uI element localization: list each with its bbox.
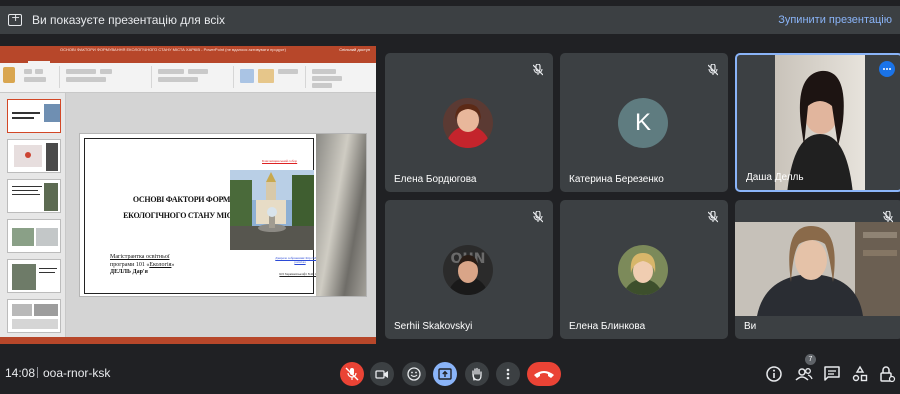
ppt-ribbon bbox=[0, 63, 376, 93]
participant-name: Катерина Березенко bbox=[569, 174, 664, 185]
raise-hand-icon bbox=[472, 367, 482, 381]
slide-thumbnail-3[interactable] bbox=[7, 179, 61, 213]
kharkiv-photo bbox=[230, 170, 314, 250]
presenting-text: Ви показуєте презентацію для всіх bbox=[32, 13, 226, 27]
participant-avatar bbox=[618, 245, 668, 295]
camera-toggle-button[interactable] bbox=[370, 362, 394, 386]
mic-toggle-button[interactable] bbox=[340, 362, 364, 386]
slide-thumbnails bbox=[0, 93, 66, 344]
present-now-button[interactable] bbox=[433, 362, 457, 386]
reactions-button[interactable] bbox=[402, 362, 426, 386]
author-line-3: ДЕЛЛЬ Дар'я bbox=[110, 269, 148, 275]
host-controls-icon bbox=[880, 366, 896, 383]
slide-thumbnail-4[interactable] bbox=[7, 219, 61, 253]
photo-caption: Благовіщенський собор bbox=[262, 159, 298, 163]
hang-up-icon bbox=[534, 371, 554, 378]
meet-window: Ви показуєте презентацію для всіх Зупини… bbox=[0, 0, 900, 394]
participant-tile-5[interactable]: Елена Блинкова bbox=[560, 200, 728, 339]
author-line-2-post: » bbox=[171, 261, 175, 268]
stop-presenting-button[interactable]: Зупинити презентацію bbox=[778, 6, 892, 34]
author-line-1: Магістрантка освітньої bbox=[110, 254, 170, 260]
ribbon-group-font bbox=[62, 66, 152, 88]
mic-off-icon bbox=[345, 367, 359, 381]
mic-off-icon bbox=[532, 63, 544, 76]
activities-icon bbox=[852, 365, 868, 382]
activities-button[interactable] bbox=[850, 364, 870, 384]
ppt-window-title: ОСНОВІ ФАКТОРИ ФОРМУВАННЯ ЕКОЛОГІЧНОГО С… bbox=[60, 47, 286, 52]
author-line-2-program: Екологія bbox=[149, 261, 172, 268]
author-line-2-pre: програми 101 « bbox=[110, 261, 150, 268]
slide-thumbnail-6[interactable] bbox=[7, 299, 61, 333]
slide-thumbnail-5[interactable] bbox=[7, 259, 61, 293]
participant-tile-2[interactable]: K Катерина Березенко bbox=[560, 53, 728, 192]
clock: 14:08 bbox=[5, 366, 36, 380]
participant-tile-self[interactable]: Ви bbox=[735, 200, 900, 339]
more-vert-icon bbox=[506, 368, 510, 380]
presenting-banner: Ви показуєте презентацію для всіх Зупини… bbox=[0, 6, 900, 34]
raise-hand-button[interactable] bbox=[465, 362, 489, 386]
info-icon bbox=[766, 366, 782, 382]
more-options-icon[interactable] bbox=[879, 61, 895, 77]
stone-texture bbox=[316, 134, 366, 296]
people-icon bbox=[795, 368, 813, 381]
divider bbox=[37, 367, 38, 378]
participant-name: Ви bbox=[744, 321, 757, 332]
ppt-title-bar: ОСНОВІ ФАКТОРИ ФОРМУВАННЯ ЕКОЛОГІЧНОГО С… bbox=[0, 46, 376, 54]
present-icon bbox=[438, 368, 452, 380]
leave-call-button[interactable] bbox=[527, 362, 561, 386]
mic-off-icon bbox=[882, 210, 894, 223]
participant-name: Даша Делль bbox=[746, 172, 804, 183]
participant-tile-3[interactable]: Даша Делль bbox=[735, 53, 900, 192]
emoji-icon bbox=[407, 367, 421, 381]
participant-initial-avatar: K bbox=[618, 98, 668, 148]
slide-thumbnail-2[interactable] bbox=[7, 139, 61, 173]
participant-name: Елена Блинкова bbox=[569, 321, 646, 332]
camera-icon bbox=[375, 370, 388, 379]
chat-button[interactable] bbox=[822, 364, 842, 384]
mic-off-icon bbox=[707, 63, 719, 76]
ppt-status-bar bbox=[0, 337, 376, 344]
chat-icon bbox=[824, 366, 840, 381]
control-bar: 14:08 ooa-rnor-ksk 7 bbox=[0, 350, 900, 394]
host-controls-button[interactable] bbox=[877, 364, 897, 384]
meeting-code: ooa-rnor-ksk bbox=[43, 366, 111, 380]
participant-avatar bbox=[443, 98, 493, 148]
current-slide[interactable]: ОСНОВІ ФАКТОРИ ФОРМУВАННЯ ЕКОЛОГІЧНОГО С… bbox=[79, 133, 367, 297]
ppt-share-button[interactable]: Спільний доступ bbox=[339, 46, 370, 54]
ribbon-group-slides bbox=[20, 66, 60, 88]
ppt-ribbon-tabs: Файл Основне Вставлення Конструктор Пере… bbox=[0, 54, 376, 70]
ribbon-group-paragraph bbox=[154, 66, 234, 88]
slide-author: Магістрантка освітньої програми 101 «Еко… bbox=[110, 254, 174, 277]
participant-tile-4[interactable]: OUN Serhii Skakovskyi bbox=[385, 200, 553, 339]
participant-name: Serhii Skakovskyi bbox=[394, 321, 473, 332]
slide-editor: ОСНОВІ ФАКТОРИ ФОРМУВАННЯ ЕКОЛОГІЧНОГО С… bbox=[66, 93, 376, 344]
mic-off-icon bbox=[707, 210, 719, 223]
paste-icon[interactable] bbox=[3, 67, 15, 83]
ribbon-group-editing bbox=[308, 66, 374, 88]
more-options-button[interactable] bbox=[496, 362, 520, 386]
meeting-details-button[interactable] bbox=[764, 364, 784, 384]
participant-tile-1[interactable]: Елена Бордюгова bbox=[385, 53, 553, 192]
mic-off-icon bbox=[532, 210, 544, 223]
shared-screen: ОСНОВІ ФАКТОРИ ФОРМУВАННЯ ЕКОЛОГІЧНОГО С… bbox=[0, 46, 376, 344]
slide-thumbnail-1[interactable] bbox=[7, 99, 61, 133]
present-to-all-icon bbox=[8, 11, 22, 26]
ribbon-group-drawing bbox=[236, 66, 306, 88]
participant-name: Елена Бордюгова bbox=[394, 174, 477, 185]
participant-avatar: OUN bbox=[443, 245, 493, 295]
people-button[interactable] bbox=[794, 364, 814, 384]
self-video bbox=[735, 222, 900, 316]
